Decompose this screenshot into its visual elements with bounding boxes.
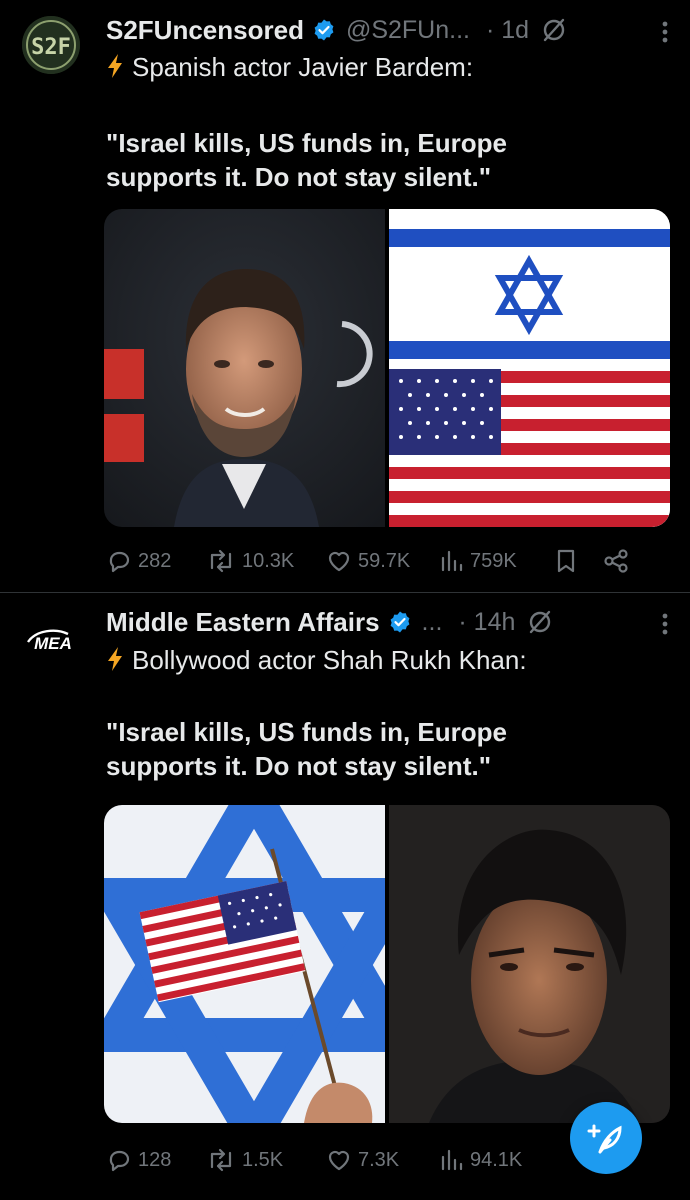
view-count: 94.1K <box>470 1148 523 1171</box>
tweet-s2funcensored[interactable]: S2F S2FUncensored @S2FUn... · 1d Spanish… <box>0 0 690 592</box>
israel-us-flags-image <box>389 209 670 527</box>
tweet-quote: "Israel kills, US funds in, Europe suppo… <box>106 126 670 194</box>
author-handle[interactable]: ... <box>422 608 443 637</box>
repost-icon <box>210 1148 232 1172</box>
media-image-flags[interactable] <box>104 805 385 1123</box>
tweet-text-line: Spanish actor Javier Bardem: <box>132 52 474 82</box>
repost-button[interactable]: 10.3K <box>206 548 326 574</box>
like-count: 59.7K <box>358 549 411 572</box>
bookmark-icon <box>557 549 575 573</box>
media-image-flags[interactable] <box>389 209 670 527</box>
author-name[interactable]: S2FUncensored <box>106 15 304 46</box>
avatar-s2funcensored[interactable]: S2F <box>22 16 80 74</box>
compose-icon <box>587 1124 622 1154</box>
tweet-text: Bollywood actor Shah Rukh Khan: <box>106 643 670 677</box>
avatar-logo-text: MEA <box>34 634 72 653</box>
more-icon[interactable] <box>662 612 668 636</box>
lightning-icon <box>108 647 122 671</box>
avatar-logo-text: S2F <box>31 35 71 60</box>
media-image-bardem[interactable] <box>104 209 385 527</box>
reply-icon <box>109 1150 130 1172</box>
tweet-media[interactable] <box>104 805 670 1123</box>
tweet-quote: "Israel kills, US funds in, Europe suppo… <box>106 715 670 783</box>
tweet-divider <box>0 592 690 593</box>
author-name[interactable]: Middle Eastern Affairs <box>106 607 380 638</box>
reply-button[interactable]: 282 <box>106 548 206 574</box>
quote-line-2: supports it. Do not stay silent." <box>106 162 492 192</box>
us-israel-flags-image <box>104 805 385 1123</box>
reply-count: 128 <box>138 1148 172 1171</box>
lightning-icon <box>108 54 122 78</box>
share-button[interactable] <box>602 548 630 574</box>
grok-icon[interactable] <box>541 17 567 43</box>
repost-count: 1.5K <box>242 1148 284 1171</box>
like-button[interactable]: 7.3K <box>326 1147 438 1173</box>
views-button[interactable]: 94.1K <box>438 1147 554 1173</box>
share-icon <box>604 549 628 573</box>
avatar-middle-eastern-affairs[interactable]: MEA <box>22 612 80 670</box>
tweet-actions: 282 10.3K 59.7K 759K <box>106 548 670 574</box>
bookmark-button[interactable] <box>554 548 602 574</box>
repost-button[interactable]: 1.5K <box>206 1147 326 1173</box>
quote-line-1: "Israel kills, US funds in, Europe <box>106 128 507 158</box>
like-icon <box>328 551 350 572</box>
tweet-media[interactable] <box>104 209 670 527</box>
like-button[interactable]: 59.7K <box>326 548 438 574</box>
views-icon <box>441 1149 463 1171</box>
post-time[interactable]: · 14h <box>458 608 515 637</box>
views-button[interactable]: 759K <box>438 548 554 574</box>
post-time[interactable]: · 1d <box>486 16 529 45</box>
compose-button[interactable] <box>570 1102 642 1174</box>
reply-icon <box>109 551 130 573</box>
like-count: 7.3K <box>358 1148 400 1171</box>
reply-count: 282 <box>138 549 172 572</box>
media-image-srk[interactable] <box>389 805 670 1123</box>
verified-badge-icon <box>390 611 409 633</box>
views-icon <box>441 550 463 572</box>
repost-count: 10.3K <box>242 549 295 572</box>
tweet-text: Spanish actor Javier Bardem: <box>106 50 670 84</box>
repost-icon <box>210 549 232 573</box>
more-icon[interactable] <box>662 20 668 44</box>
quote-line-2: supports it. Do not stay silent." <box>106 751 492 781</box>
author-handle[interactable]: @S2FUn... <box>346 16 470 45</box>
like-icon <box>328 1150 350 1171</box>
quote-line-1: "Israel kills, US funds in, Europe <box>106 717 507 747</box>
verified-badge-icon <box>314 19 334 41</box>
reply-button[interactable]: 128 <box>106 1147 206 1173</box>
grok-icon[interactable] <box>527 609 553 635</box>
tweet-text-line: Bollywood actor Shah Rukh Khan: <box>132 645 527 675</box>
view-count: 759K <box>470 549 517 572</box>
